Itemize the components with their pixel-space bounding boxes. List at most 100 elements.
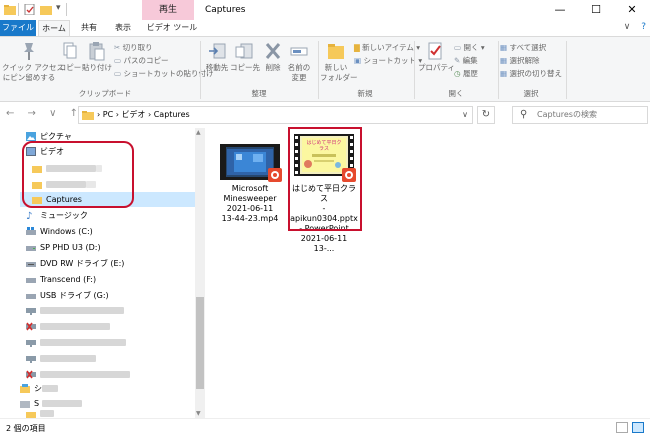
nav-item-drive-f[interactable]: Transcend (F:) (0, 271, 195, 288)
scroll-up-icon[interactable]: ▲ (196, 129, 201, 136)
folder-icon (26, 412, 36, 418)
invert-selection-button[interactable]: ▦ 選択の切り替え (500, 68, 562, 79)
nav-item-network-blurred-3[interactable] (0, 334, 195, 351)
network-drive-icon (26, 340, 36, 347)
paste-shortcut-button[interactable]: ▭ ショートカットの貼り付け (114, 68, 213, 79)
open-button[interactable]: ▭ 開く ▾ (454, 42, 485, 53)
network-drive-icon (26, 356, 36, 363)
expand-ribbon-icon[interactable]: ∨ (624, 22, 631, 32)
paste-icon (89, 42, 105, 61)
nav-item-drive-c[interactable]: Windows (C:) (0, 223, 195, 240)
paste-button[interactable]: 貼り付け (82, 41, 112, 73)
large-icons-view-icon[interactable] (632, 422, 644, 433)
cut-button[interactable]: ✂ 切り取り (114, 42, 153, 53)
breadcrumb[interactable]: › PC › ビデオ › Captures (97, 107, 190, 123)
move-to-button[interactable]: 移動先 (204, 41, 230, 73)
nav-buttons[interactable]: ← → ∨ ↑ (6, 108, 83, 119)
select-none-label: 選択解除 (509, 56, 540, 65)
music-icon: ♪ (26, 211, 33, 222)
open-label: 開く (463, 43, 479, 52)
copy-button[interactable]: コピー (58, 41, 82, 73)
search-input[interactable]: ⚲ Capturesの検索 (512, 106, 648, 124)
ribbon-controls: ∨ ? (624, 22, 646, 32)
refresh-icon: ↻ (481, 109, 491, 120)
copy-to-icon (235, 43, 253, 59)
help-icon[interactable]: ? (641, 22, 646, 32)
delete-icon (265, 43, 281, 59)
file-name-line: 2021-06-11 13-... (300, 234, 348, 253)
drive-icon (26, 278, 36, 283)
disconnected-drive-icon (26, 322, 36, 331)
nav-label: ミュージック (40, 211, 88, 220)
file-name: Microsoft Minesweeper 2021-06-11 13-44-2… (216, 184, 284, 224)
delete-label: 削除 (265, 63, 281, 72)
properties-check-icon (428, 42, 442, 60)
organize-group-label: 整理 (251, 89, 267, 98)
annotation-highlight-nav (22, 141, 134, 208)
usb-drive-icon (26, 294, 36, 299)
nav-item-network-blurred-4[interactable] (0, 350, 195, 367)
select-group-label: 選択 (523, 89, 539, 98)
network-drive-icon (26, 308, 36, 315)
copy-icon (63, 42, 77, 59)
rename-label-2: 変更 (291, 73, 307, 82)
address-toolbar: ← → ∨ ↑ › PC › ビデオ › Captures ∨ ↻ ⚲ Capt… (0, 103, 650, 127)
tab-share[interactable]: 共有 (74, 20, 104, 36)
rename-button[interactable]: 名前の 変更 (286, 41, 312, 83)
open-group-label: 開く (448, 89, 464, 98)
cut-label: 切り取り (122, 43, 153, 52)
minimize-button[interactable]: — (542, 0, 578, 20)
user-folder-icon (20, 401, 30, 408)
nav-label: SP PHD U3 (D:) (40, 243, 101, 252)
customize-qa-icon[interactable]: ▾ (56, 3, 61, 13)
copy-path-label: パスのコピー (123, 56, 169, 65)
details-view-icon[interactable] (616, 422, 628, 433)
pin-quick-access-button[interactable]: クイック アクセス にピン留めする (2, 41, 64, 83)
tab-video-tools[interactable]: ビデオ ツール (142, 20, 202, 36)
edit-button[interactable]: ✎ 編集 (454, 55, 478, 66)
address-bar[interactable]: › PC › ビデオ › Captures ∨ (78, 106, 473, 124)
properties-button[interactable]: プロパティ (418, 41, 455, 73)
move-icon (209, 43, 226, 59)
context-tab-play[interactable]: 再生 (142, 0, 194, 20)
library-icon (20, 384, 30, 393)
nav-label: Windows (C:) (40, 227, 93, 236)
shortcut-button[interactable]: ▣ ショートカット ▾ (354, 55, 422, 66)
nav-item-network-blurred-1[interactable] (0, 302, 195, 319)
invert-selection-label: 選択の切り替え (509, 69, 562, 78)
nav-scroll-thumb[interactable] (196, 297, 204, 389)
copy-label: コピー (58, 63, 82, 72)
nav-item-library-blurred-3[interactable] (0, 409, 195, 418)
new-item-button[interactable]: ▇ 新しいアイテム ▾ (354, 42, 420, 53)
new-folder-icon[interactable] (40, 4, 52, 15)
delete-button[interactable]: 削除 (262, 41, 284, 73)
nav-item-drive-d[interactable]: SP PHD U3 (D:) (0, 239, 195, 256)
dvd-drive-icon (26, 262, 36, 267)
file-name-line: Minesweeper (223, 194, 277, 203)
maximize-button[interactable]: ☐ (578, 0, 614, 20)
copy-path-button[interactable]: ▭ パスのコピー (114, 55, 168, 66)
select-none-button[interactable]: ▦ 選択解除 (500, 55, 539, 66)
tab-file[interactable]: ファイル (0, 20, 36, 36)
tab-home[interactable]: ホーム (38, 20, 70, 37)
annotation-highlight-file (288, 127, 362, 231)
new-folder-icon-large (328, 44, 344, 59)
refresh-button[interactable]: ↻ (477, 106, 495, 124)
file-name-line: 2021-06-11 (226, 204, 274, 213)
new-item-label: 新しいアイテム (362, 43, 414, 52)
shortcut-label: ショートカット (363, 56, 416, 65)
history-dropdown-icon[interactable]: ∨ (462, 110, 468, 119)
tab-view[interactable]: 表示 (107, 20, 139, 36)
nav-item-drive-e[interactable]: DVD RW ドライブ (E:) (0, 255, 195, 272)
nav-item-music[interactable]: ♪ ミュージック (0, 207, 195, 224)
nav-item-network-blurred-2[interactable] (0, 318, 195, 335)
new-folder-button[interactable]: 新しい フォルダー (320, 41, 358, 83)
pictures-icon (26, 132, 36, 141)
close-button[interactable]: ✕ (614, 0, 650, 20)
copy-to-button[interactable]: コピー先 (230, 41, 260, 73)
history-button[interactable]: ◷ 履歴 (454, 68, 478, 79)
properties-icon[interactable] (24, 4, 36, 15)
scroll-down-icon[interactable]: ▼ (196, 410, 201, 417)
select-all-button[interactable]: ▦ すべて選択 (500, 42, 546, 53)
history-icon: ◷ (454, 69, 463, 78)
